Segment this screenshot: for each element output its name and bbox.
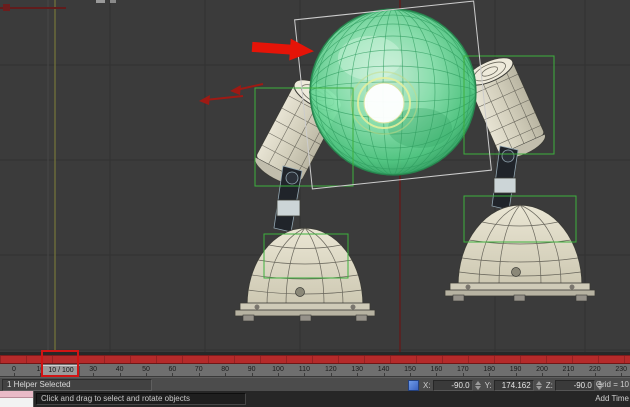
- ruler-tick-mark: [199, 373, 200, 376]
- ruler-tick-mark: [172, 373, 173, 376]
- z-label: Z:: [546, 381, 553, 390]
- prompt-bar: Click and drag to select and rotate obje…: [0, 391, 630, 407]
- maxscript-mini-listener[interactable]: [0, 391, 34, 407]
- sphere-helper[interactable]: [310, 9, 476, 175]
- viewport-canvas[interactable]: [0, 0, 630, 352]
- y-label: Y:: [485, 381, 492, 390]
- support-arm-right[interactable]: [492, 146, 518, 210]
- grid-size-label: Grid = 10: [596, 380, 629, 389]
- track-bar[interactable]: [0, 355, 630, 364]
- ruler-tick-mark: [542, 373, 543, 376]
- ruler-tick-mark: [516, 373, 517, 376]
- dome-base-right[interactable]: [445, 205, 595, 301]
- ruler-tick-mark: [120, 373, 121, 376]
- ruler-tick-mark: [146, 373, 147, 376]
- coordinate-display: X: -90.0 Y: 174.162 Z: -90.0: [408, 379, 605, 391]
- z-coordinate-field[interactable]: -90.0: [555, 380, 595, 391]
- annotation-arrow-small-2: [205, 96, 243, 100]
- ruler-tick-mark: [436, 373, 437, 376]
- ruler-tick-mark: [278, 373, 279, 376]
- absolute-mode-icon[interactable]: [408, 380, 419, 391]
- ruler-tick-mark: [621, 373, 622, 376]
- listener-macro-pane[interactable]: [0, 391, 33, 398]
- ruler-tick-mark: [14, 373, 15, 376]
- x-label: X:: [423, 381, 431, 390]
- ruler-tick-mark: [489, 373, 490, 376]
- ruler-tick-mark: [410, 373, 411, 376]
- x-coordinate-field[interactable]: -90.0: [433, 380, 473, 391]
- prompt-text: Click and drag to select and rotate obje…: [36, 393, 246, 405]
- ruler-tick-mark: [595, 373, 596, 376]
- status-bar: 1 Helper Selected X: -90.0 Y: 174.162 Z:…: [0, 377, 630, 391]
- annotation-arrow-large: [251, 36, 314, 62]
- origin-marker: [3, 4, 10, 11]
- add-time-label[interactable]: Add Time: [595, 394, 629, 403]
- 3dsmax-window: 0102030405060708090100110120130140150160…: [0, 0, 630, 407]
- selection-status: 1 Helper Selected: [2, 379, 152, 391]
- x-spinner[interactable]: [475, 381, 481, 390]
- dome-base-left[interactable]: [235, 228, 375, 321]
- ruler-tick-mark: [357, 373, 358, 376]
- time-slider-handle[interactable]: 10 / 100: [42, 365, 80, 376]
- ruler-tick-mark: [568, 373, 569, 376]
- ruler-tick-mark: [331, 373, 332, 376]
- timeline-ruler[interactable]: 0102030405060708090100110120130140150160…: [0, 364, 630, 377]
- toolbar-remnant-icon: [110, 0, 116, 3]
- ruler-tick-mark: [384, 373, 385, 376]
- ruler-tick-mark: [252, 373, 253, 376]
- toolbar-remnant-icon: [96, 0, 105, 3]
- ruler-tick-mark: [304, 373, 305, 376]
- ruler-tick-mark: [93, 373, 94, 376]
- viewport[interactable]: [0, 0, 630, 352]
- y-spinner[interactable]: [536, 381, 542, 390]
- listener-script-pane[interactable]: [0, 398, 33, 407]
- ruler-tick-mark: [463, 373, 464, 376]
- y-coordinate-field[interactable]: 174.162: [494, 380, 534, 391]
- ruler-tick-mark: [225, 373, 226, 376]
